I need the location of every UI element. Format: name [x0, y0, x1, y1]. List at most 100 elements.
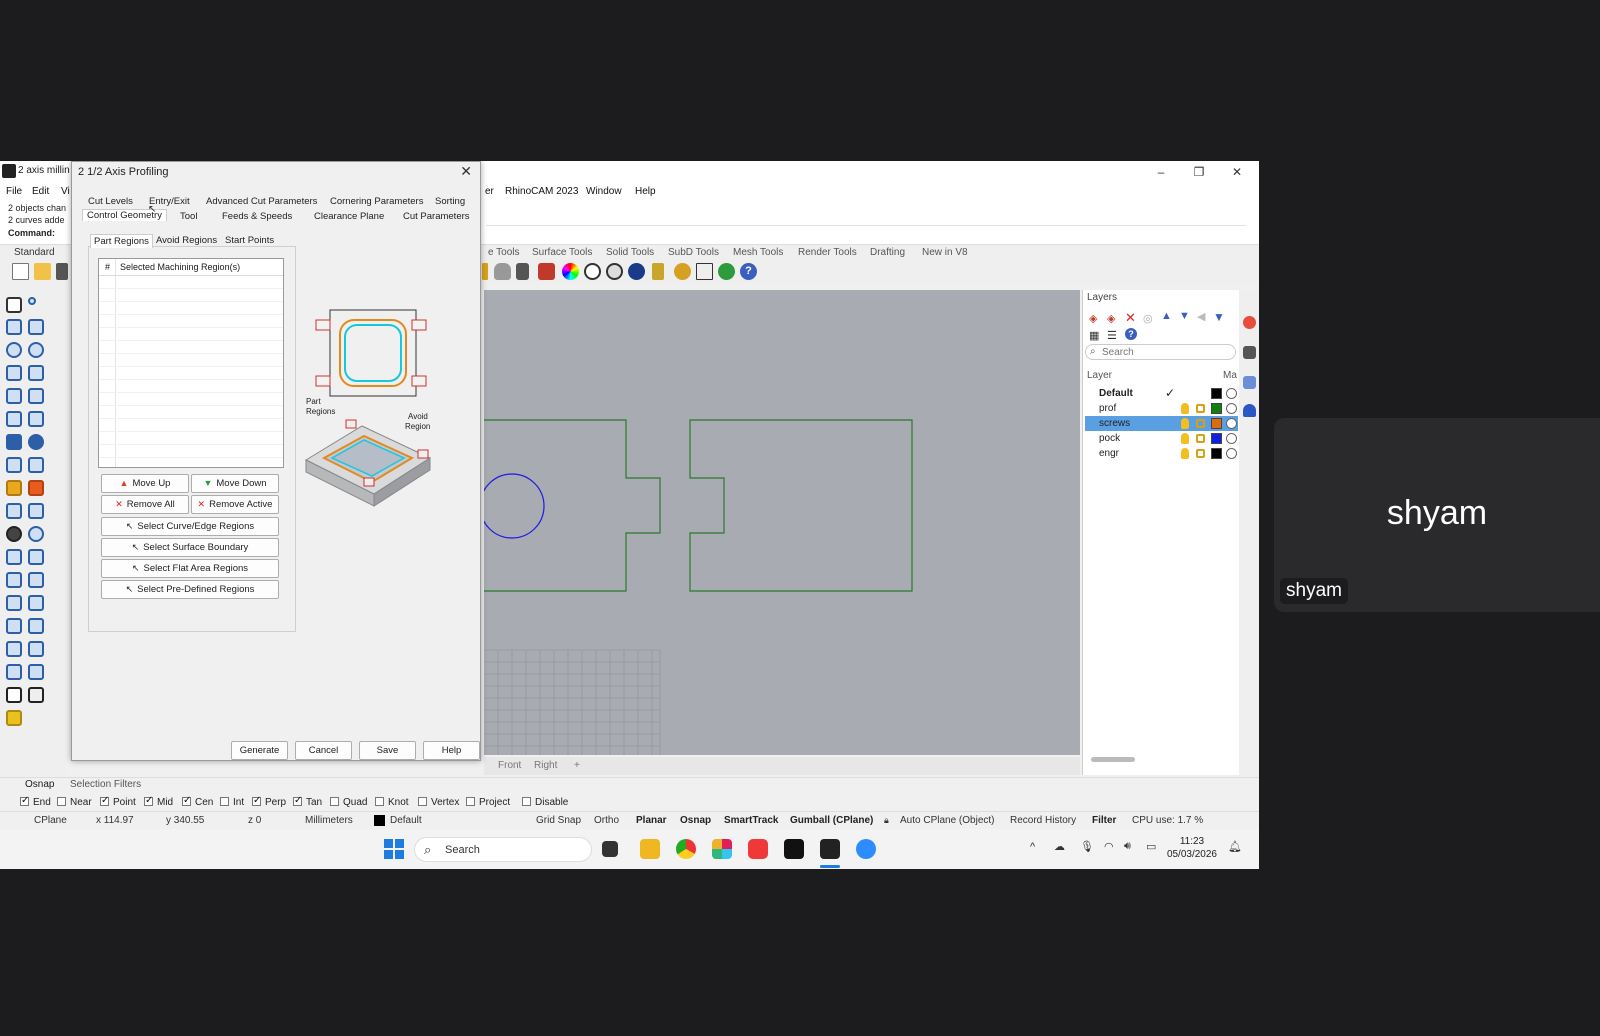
- auto-cplane-toggle[interactable]: Auto CPlane (Object): [900, 815, 995, 826]
- new-file-icon[interactable]: [12, 263, 29, 280]
- tab-drafting[interactable]: Drafting: [870, 247, 905, 258]
- tab-new-in-v8[interactable]: New in V8: [922, 247, 968, 258]
- notion-icon[interactable]: [784, 839, 804, 859]
- osnap-point[interactable]: Point: [100, 795, 136, 808]
- boolean-icon[interactable]: [28, 434, 44, 450]
- slack-icon[interactable]: [712, 839, 732, 859]
- layer-visible-icon[interactable]: [1181, 448, 1189, 459]
- tab-cut-parameters[interactable]: Cut Parameters: [403, 211, 470, 222]
- layer-visible-icon[interactable]: [1181, 418, 1189, 429]
- restore-button[interactable]: ❐: [1184, 163, 1214, 181]
- sphere-render-icon[interactable]: [628, 263, 645, 280]
- tab-part-regions[interactable]: Part Regions: [90, 234, 153, 248]
- save-icon[interactable]: [56, 263, 68, 280]
- sphere-wire-icon[interactable]: [584, 263, 601, 280]
- layer-search-input[interactable]: ⌕ Search: [1085, 344, 1236, 360]
- tray-overflow-icon[interactable]: ^: [1030, 841, 1035, 853]
- file-explorer-icon[interactable]: [640, 839, 660, 859]
- gumball-toggle[interactable]: Gumball (CPlane): [790, 815, 873, 826]
- gear-tool-icon[interactable]: [6, 480, 22, 496]
- units-status[interactable]: Millimeters: [305, 815, 353, 826]
- tab-render-tools[interactable]: Render Tools: [798, 247, 857, 258]
- layer-row-pock[interactable]: pock: [1085, 431, 1238, 446]
- checkbox[interactable]: [466, 797, 475, 806]
- layer-row-default[interactable]: Default ✓: [1085, 386, 1238, 401]
- group-icon[interactable]: [6, 526, 22, 542]
- layer-lock-icon[interactable]: [1196, 419, 1205, 428]
- filter-toggle[interactable]: Filter: [1092, 815, 1116, 826]
- mirror-icon[interactable]: [28, 595, 44, 611]
- osnap-cen[interactable]: Cen: [182, 795, 213, 808]
- material-column-header[interactable]: Ma: [1223, 370, 1237, 381]
- zoom-icon[interactable]: [856, 839, 876, 859]
- layer-material-icon[interactable]: [1226, 448, 1237, 459]
- check-icon[interactable]: [6, 687, 22, 703]
- arc-icon[interactable]: [6, 365, 22, 381]
- taskbar-clock[interactable]: 11:23 05/03/2026: [1167, 835, 1217, 861]
- checkbox[interactable]: [330, 797, 339, 806]
- surface-icon[interactable]: [6, 411, 22, 427]
- menu-render[interactable]: er: [485, 186, 494, 197]
- checkbox[interactable]: [20, 795, 29, 806]
- checkbox[interactable]: [57, 797, 66, 806]
- layer-material-icon[interactable]: [1226, 433, 1237, 444]
- join-icon[interactable]: [28, 526, 44, 542]
- layer-lock-icon[interactable]: [1196, 434, 1205, 443]
- tab-start-points[interactable]: Start Points: [225, 235, 274, 246]
- menu-help[interactable]: Help: [635, 186, 656, 197]
- tab-osnap[interactable]: Osnap: [25, 779, 54, 790]
- select-surface-boundary-button[interactable]: ↖ Select Surface Boundary: [101, 538, 279, 557]
- tab-tools[interactable]: e Tools: [488, 247, 520, 258]
- layer-visible-icon[interactable]: [1181, 433, 1189, 444]
- list-view-icon[interactable]: ☰: [1107, 329, 1117, 342]
- checkbox[interactable]: [293, 795, 302, 806]
- solid-box-icon[interactable]: [6, 618, 22, 634]
- osnap-disable[interactable]: Disable: [522, 797, 568, 808]
- checkbox[interactable]: [375, 797, 384, 806]
- move-up-button[interactable]: ▲ Move Up: [101, 474, 189, 493]
- gear-icon[interactable]: [674, 263, 691, 280]
- tab-front[interactable]: Front: [498, 760, 521, 771]
- menu-file[interactable]: File: [6, 186, 22, 197]
- layer-color-swatch[interactable]: [1211, 448, 1222, 459]
- tab-tool[interactable]: Tool: [180, 211, 197, 222]
- tab-mesh-tools[interactable]: Mesh Tools: [733, 247, 783, 258]
- layer-lock-icon[interactable]: [1196, 449, 1205, 458]
- loft-icon[interactable]: [28, 411, 44, 427]
- layers-panel-icon[interactable]: [1243, 316, 1256, 329]
- trim-icon[interactable]: [6, 503, 22, 519]
- layer-column-header[interactable]: Layer: [1087, 370, 1112, 381]
- globe-icon[interactable]: [718, 263, 735, 280]
- tab-feeds-speeds[interactable]: Feeds & Speeds: [222, 211, 292, 222]
- cylinder-icon[interactable]: [6, 457, 22, 473]
- tab-sorting[interactable]: Sorting: [435, 196, 465, 207]
- command-input[interactable]: [486, 225, 1246, 239]
- polyline-icon[interactable]: [6, 319, 22, 335]
- smarttrack-toggle[interactable]: SmartTrack: [724, 815, 778, 826]
- properties-panel-icon[interactable]: [1243, 376, 1256, 389]
- select-flat-area-regions-button[interactable]: ↖ Select Flat Area Regions: [101, 559, 279, 578]
- grid-snap-toggle[interactable]: Grid Snap: [536, 815, 581, 826]
- lock-icon[interactable]: [516, 263, 529, 280]
- menu-edit[interactable]: Edit: [32, 186, 49, 197]
- record-history-toggle[interactable]: Record History: [1010, 815, 1076, 826]
- checkbox[interactable]: [220, 797, 229, 806]
- layer-material-icon[interactable]: [1226, 388, 1237, 399]
- tab-selection-filters[interactable]: Selection Filters: [70, 779, 141, 790]
- move-parent-icon[interactable]: ◀: [1197, 310, 1205, 323]
- layers-scrollbar[interactable]: [1091, 757, 1135, 762]
- new-layer-icon[interactable]: ◈: [1089, 312, 1097, 325]
- cancel-button[interactable]: Cancel: [295, 741, 352, 760]
- tab-avoid-regions[interactable]: Avoid Regions: [156, 235, 217, 246]
- windows-start-icon[interactable]: [384, 839, 404, 859]
- render-tool-icon[interactable]: [6, 710, 22, 726]
- osnap-tan[interactable]: Tan: [293, 795, 322, 808]
- scale-icon[interactable]: [28, 549, 44, 565]
- tab-clearance-plane[interactable]: Clearance Plane: [314, 211, 384, 222]
- checkbox[interactable]: [418, 797, 427, 806]
- osnap-int[interactable]: Int: [220, 797, 244, 808]
- tab-subd-tools[interactable]: SubD Tools: [668, 247, 719, 258]
- planar-toggle[interactable]: Planar: [636, 815, 667, 826]
- add-viewport-icon[interactable]: +: [574, 760, 580, 771]
- select-arrow-icon[interactable]: [6, 297, 22, 313]
